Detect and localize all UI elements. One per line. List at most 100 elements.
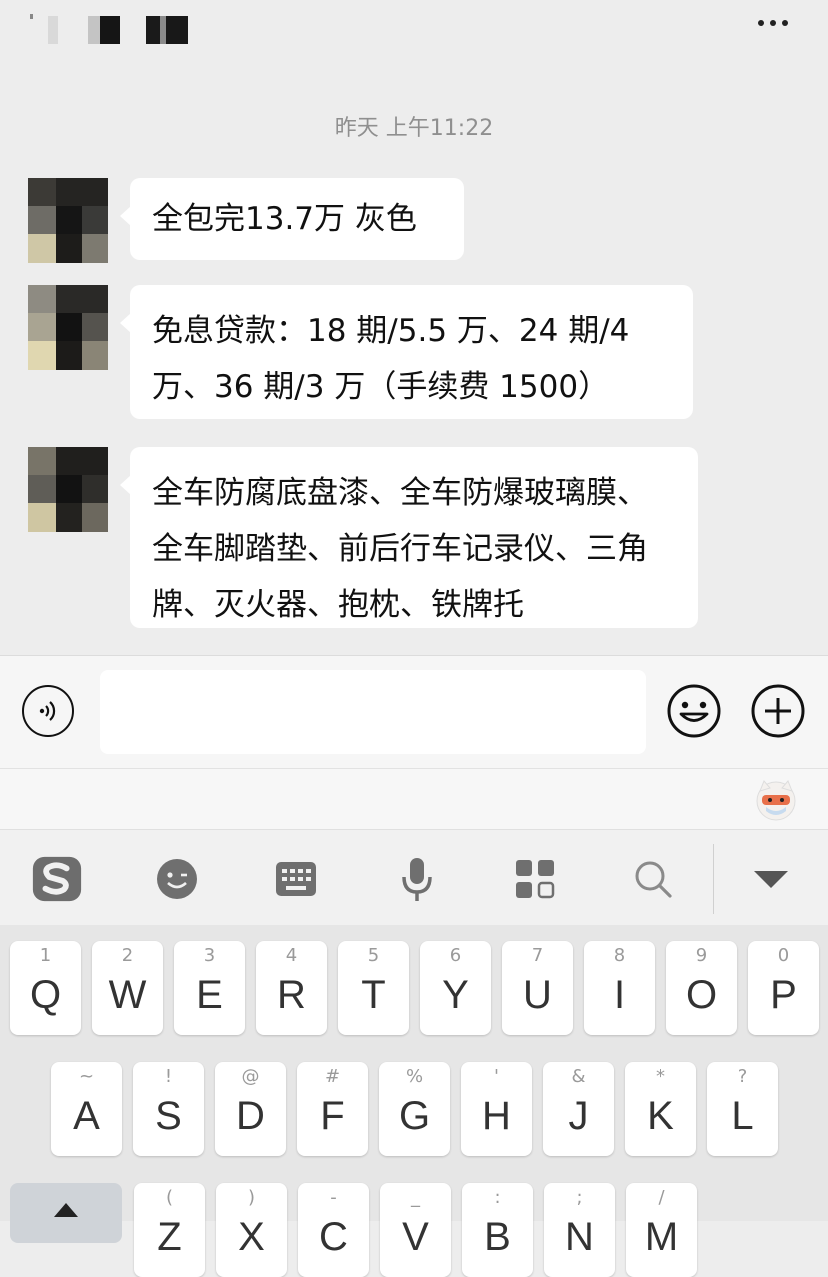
key-label: D	[236, 1094, 265, 1138]
key-l[interactable]: ? L	[707, 1062, 778, 1156]
message-bubble[interactable]: 全车防腐底盘漆、全车防爆玻璃膜、 全车脚踏垫、前后行车记录仪、三角 牌、灭火器、…	[120, 447, 698, 628]
chat-timestamp: 昨天 上午11:22	[334, 116, 494, 141]
key-secondary-label: #	[324, 1066, 341, 1087]
key-label: X	[238, 1215, 265, 1259]
key-secondary-label: (	[165, 1187, 174, 1208]
key-secondary-label: -	[330, 1187, 337, 1208]
key-label: O	[685, 973, 718, 1017]
key-label: Q	[29, 973, 62, 1017]
key-label: U	[523, 973, 552, 1017]
key-secondary-label: ;	[576, 1187, 583, 1208]
key-label: S	[155, 1094, 182, 1138]
key-label: B	[484, 1215, 511, 1259]
avatar[interactable]	[28, 447, 108, 532]
key-y[interactable]: 6Y	[420, 941, 491, 1035]
ime-mascot-icon[interactable]	[754, 777, 798, 821]
key-label: F	[320, 1094, 345, 1138]
key-r[interactable]: 4R	[256, 941, 327, 1035]
key-h[interactable]: ' H	[461, 1062, 532, 1156]
key-p[interactable]: 0P	[748, 941, 819, 1035]
toolbar-divider	[713, 844, 714, 914]
key-secondary-label: '	[494, 1066, 499, 1087]
key-s[interactable]: ! S	[133, 1062, 204, 1156]
key-secondary-label: 3	[203, 945, 216, 966]
emoji-icon[interactable]	[666, 683, 722, 739]
key-secondary-label: 2	[121, 945, 134, 966]
key-label: W	[108, 973, 147, 1017]
key-x[interactable]: ) X	[216, 1183, 287, 1277]
key-label: P	[770, 973, 797, 1017]
key-secondary-label: 1	[39, 945, 52, 966]
plus-icon[interactable]	[750, 683, 806, 739]
key-label: Z	[157, 1215, 182, 1259]
message-text-line: 全车防腐底盘漆、全车防爆玻璃膜、	[152, 475, 648, 511]
key-g[interactable]: % G	[379, 1062, 450, 1156]
key-secondary-label: &	[571, 1066, 586, 1087]
message-bubble[interactable]: 全包完13.7万 灰色	[120, 178, 464, 260]
key-secondary-label: /	[658, 1187, 665, 1208]
keyboard-icon[interactable]	[269, 852, 323, 906]
ime-suggestion-strip	[0, 768, 828, 829]
key-secondary-label: 4	[285, 945, 298, 966]
key-label: Y	[442, 973, 469, 1017]
key-secondary-label: )	[247, 1187, 256, 1208]
key-t[interactable]: 5T	[338, 941, 409, 1035]
key-o[interactable]: 9O	[666, 941, 737, 1035]
keyboard: 1Q2W3E4R5T6Y7U8I9O0P ~ A! S @ D # F% G ' H & J * K? L …	[0, 925, 828, 1277]
key-label: G	[398, 1094, 431, 1138]
key-q[interactable]: 1Q	[10, 941, 81, 1035]
key-e[interactable]: 3E	[174, 941, 245, 1035]
key-n[interactable]: ; N	[544, 1183, 615, 1277]
key-j[interactable]: & J	[543, 1062, 614, 1156]
voice-icon[interactable]	[22, 685, 74, 737]
ime-toolbar	[0, 829, 828, 926]
key-secondary-label: 5	[367, 945, 380, 966]
key-b[interactable]: :B	[462, 1183, 533, 1277]
message-text-line: 万、36 期/3 万（手续费 1500）	[152, 369, 610, 405]
key-c[interactable]: -C	[298, 1183, 369, 1277]
key-u[interactable]: 7U	[502, 941, 573, 1035]
key-a[interactable]: ~ A	[51, 1062, 122, 1156]
key-label: H	[482, 1094, 511, 1138]
message-input[interactable]	[100, 670, 646, 754]
key-secondary-label: 9	[695, 945, 708, 966]
key-secondary-label: 0	[777, 945, 790, 966]
key-secondary-label: ~	[78, 1066, 95, 1087]
key-label: A	[73, 1094, 100, 1138]
key-label: N	[565, 1215, 594, 1259]
key-label: I	[613, 973, 626, 1017]
grid-apps-icon[interactable]	[508, 852, 562, 906]
key-f[interactable]: # F	[297, 1062, 368, 1156]
message-text-line: 免息贷款：18 期/5.5 万、24 期/4	[152, 313, 630, 349]
message-bubble[interactable]: 免息贷款：18 期/5.5 万、24 期/4 万、36 期/3 万（手续费 15…	[120, 285, 693, 419]
key-k[interactable]: * K	[625, 1062, 696, 1156]
message-text-line: 牌、灭火器、抱枕、铁牌托	[152, 587, 524, 623]
key-label: L	[731, 1094, 754, 1138]
key-m[interactable]: / M	[626, 1183, 697, 1277]
key-w[interactable]: 2W	[92, 941, 163, 1035]
avatar[interactable]	[28, 285, 108, 370]
key-v[interactable]: _ V	[380, 1183, 451, 1277]
key-secondary-label: ?	[737, 1066, 748, 1087]
chat-input-bar	[0, 655, 828, 768]
collapse-icon[interactable]	[744, 852, 798, 906]
key-z[interactable]: (Z	[134, 1183, 205, 1277]
key-d[interactable]: @ D	[215, 1062, 286, 1156]
key-i[interactable]: 8I	[584, 941, 655, 1035]
face-icon[interactable]	[150, 852, 204, 906]
key-secondary-label: *	[656, 1066, 665, 1087]
shift-key[interactable]	[10, 1183, 122, 1243]
key-secondary-label: @	[241, 1066, 260, 1087]
avatar[interactable]	[28, 178, 108, 263]
key-label: K	[647, 1094, 674, 1138]
more-dots-icon[interactable]	[758, 20, 788, 26]
key-secondary-label: %	[405, 1066, 424, 1087]
key-label: M	[644, 1215, 679, 1259]
key-secondary-label: :	[494, 1187, 501, 1208]
back-icon[interactable]	[30, 14, 33, 19]
microphone-icon[interactable]	[390, 852, 444, 906]
search-icon[interactable]	[626, 852, 680, 906]
key-label: V	[402, 1215, 429, 1259]
sogou-logo-icon[interactable]	[30, 852, 84, 906]
key-secondary-label: _	[411, 1187, 420, 1208]
